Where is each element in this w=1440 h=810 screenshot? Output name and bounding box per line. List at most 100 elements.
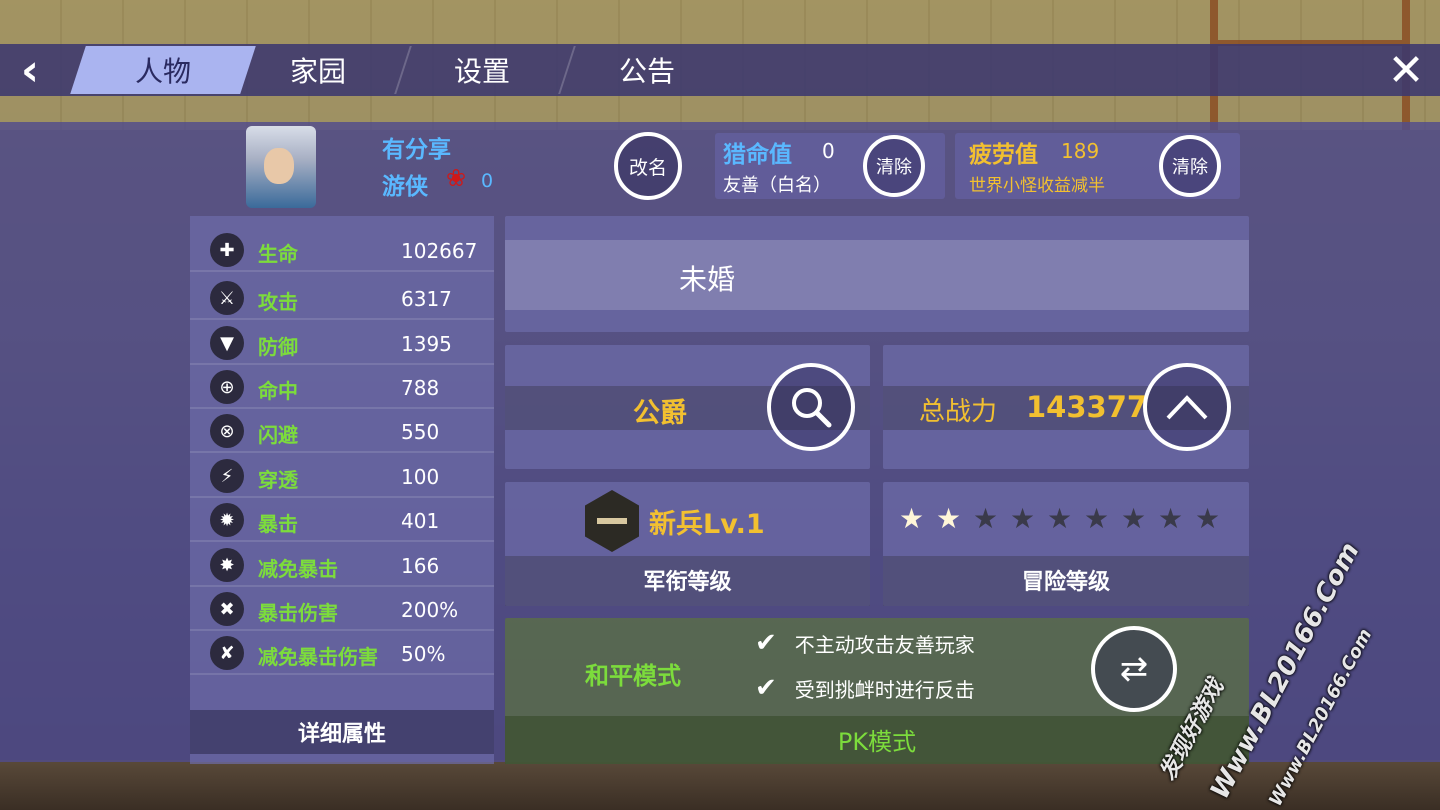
stat-value: 1395	[401, 332, 452, 356]
hunt-value: 0	[822, 139, 835, 163]
player-name: 有分享	[382, 137, 451, 163]
power-value: 143377	[1026, 390, 1148, 424]
tab-label: 公告	[618, 55, 675, 88]
star-empty-icon: ★	[1120, 502, 1147, 535]
stat-label: 命中	[258, 379, 298, 403]
close-button[interactable]: ✕	[1380, 44, 1432, 96]
stat-label: 闪避	[258, 423, 298, 447]
power-up-button[interactable]	[1143, 363, 1231, 451]
pk-mode-name: 和平模式	[585, 662, 681, 690]
hunt-title: 猎命值	[723, 142, 792, 168]
rank-badge-icon	[585, 490, 639, 552]
stat-label: 减免暴击伤害	[258, 645, 378, 669]
fatigue-title: 疲劳值	[969, 142, 1038, 168]
tab-label: 设置	[453, 55, 510, 88]
military-rank-card[interactable]: 新兵Lv.1 军衔等级	[505, 482, 870, 606]
stat-row-hp: ✚ 生命 102667	[190, 228, 494, 272]
stat-label: 防御	[258, 335, 298, 359]
star-empty-icon: ★	[1157, 502, 1184, 535]
pk-mode-card: 和平模式 ✔ 不主动攻击友善玩家 ✔ 受到挑衅时进行反击 PK模式 ⇄	[505, 618, 1249, 764]
tab-home[interactable]: 家园	[226, 46, 412, 94]
stat-value: 100	[401, 465, 440, 489]
noble-title: 公爵	[633, 398, 687, 429]
crosshair-icon: ⊕	[210, 370, 244, 404]
stat-label: 暴击	[258, 512, 298, 536]
rose-count: 0	[481, 170, 494, 192]
tab-label: 家园	[289, 55, 346, 88]
marriage-status: 未婚	[679, 263, 736, 296]
chevron-left-icon: ‹	[20, 44, 40, 96]
stat-value: 6317	[401, 287, 452, 311]
stat-row-defense: ▼ 防御 1395	[190, 321, 494, 365]
sword-icon: ⚔	[210, 281, 244, 315]
crit-resist-icon: ✸	[210, 548, 244, 582]
stat-label: 减免暴击	[258, 557, 338, 581]
checkmark-icon: ✔	[755, 628, 777, 658]
tab-settings[interactable]: 设置	[390, 46, 576, 94]
stat-value: 550	[401, 420, 440, 444]
crossed-swords-reduce-icon: ✘	[210, 636, 244, 670]
pk-rule-text: 受到挑衅时进行反击	[794, 677, 975, 702]
chevron-up-icon	[1166, 395, 1208, 420]
rank-level: 新兵Lv.1	[649, 509, 765, 540]
star-empty-icon: ★	[1194, 502, 1221, 535]
stat-row-crit-resist: ✸ 减免暴击 166	[190, 543, 494, 587]
fatigue-note: 世界小怪收益减半	[969, 176, 1105, 196]
crossed-swords-icon: ✖	[210, 592, 244, 626]
stat-value: 166	[401, 554, 440, 578]
adventure-caption: 冒险等级	[1021, 570, 1110, 595]
stat-value: 401	[401, 509, 440, 533]
rose-icon: ❀	[446, 164, 467, 192]
tab-label: 人物	[134, 55, 191, 88]
pk-rule-text: 不主动攻击友善玩家	[794, 632, 975, 657]
star-empty-icon: ★	[1046, 502, 1073, 535]
title-card: 公爵	[505, 345, 870, 469]
switch-icon: ⇄	[1119, 649, 1149, 689]
stat-value: 200%	[401, 598, 459, 622]
rename-button[interactable]: 改名	[614, 132, 682, 200]
star-empty-icon: ★	[1083, 502, 1110, 535]
avatar[interactable]	[246, 126, 316, 208]
hunt-status: 友善（白名）	[723, 175, 831, 196]
stat-row-pierce: ⚡ 穿透 100	[190, 454, 494, 498]
detail-attributes-button[interactable]: 详细属性	[190, 710, 494, 754]
stat-label: 生命	[258, 242, 298, 266]
stat-label: 暴击伤害	[258, 601, 338, 625]
star-filled-icon: ★	[935, 502, 962, 535]
star-empty-icon: ★	[972, 502, 999, 535]
marriage-card: 未婚	[505, 216, 1249, 332]
pk-switch-button[interactable]: ⇄	[1091, 626, 1177, 712]
clear-fatigue-button[interactable]: 清除	[1159, 135, 1221, 197]
pk-rule: ✔ 不主动攻击友善玩家	[755, 628, 975, 658]
power-label: 总战力	[919, 397, 998, 427]
clear-hunt-button[interactable]: 清除	[863, 135, 925, 197]
search-icon	[792, 388, 832, 428]
pk-rule: ✔ 受到挑衅时进行反击	[755, 673, 975, 703]
power-card: 总战力 143377	[883, 345, 1249, 469]
marriage-band	[505, 240, 1249, 310]
adventure-stars: ★ ★ ★ ★ ★ ★ ★ ★ ★	[897, 504, 1222, 533]
back-button[interactable]: ‹	[0, 44, 60, 96]
stats-list: ✚ 生命 102667 ⚔ 攻击 6317 ▼ 防御 1395 ⊕ 命中 788…	[190, 216, 494, 764]
close-icon: ✕	[1387, 44, 1425, 96]
stat-value: 102667	[401, 239, 478, 263]
hunt-value-box: 猎命值 0 友善（白名） 清除	[715, 133, 945, 199]
crit-icon: ✹	[210, 503, 244, 537]
stat-row-crit-damage: ✖ 暴击伤害 200%	[190, 587, 494, 631]
fatigue-value: 189	[1061, 139, 1100, 163]
checkmark-icon: ✔	[755, 673, 777, 703]
rank-caption: 军衔等级	[643, 570, 732, 595]
star-empty-icon: ★	[1009, 502, 1036, 535]
stat-value: 788	[401, 376, 440, 400]
title-search-button[interactable]	[767, 363, 855, 451]
stat-value: 50%	[401, 642, 446, 666]
stat-row-attack: ⚔ 攻击 6317	[190, 276, 494, 320]
star-filled-icon: ★	[898, 502, 925, 535]
tab-announcement[interactable]: 公告	[554, 46, 740, 94]
stat-row-hit: ⊕ 命中 788	[190, 365, 494, 409]
player-class: 游侠	[382, 174, 428, 200]
dodge-icon: ⊗	[210, 414, 244, 448]
stat-row-crit-damage-reduce: ✘ 减免暴击伤害 50%	[190, 631, 494, 675]
adventure-level-card[interactable]: ★ ★ ★ ★ ★ ★ ★ ★ ★ 冒险等级	[883, 482, 1249, 606]
pk-footer-label: PK模式	[837, 728, 917, 756]
